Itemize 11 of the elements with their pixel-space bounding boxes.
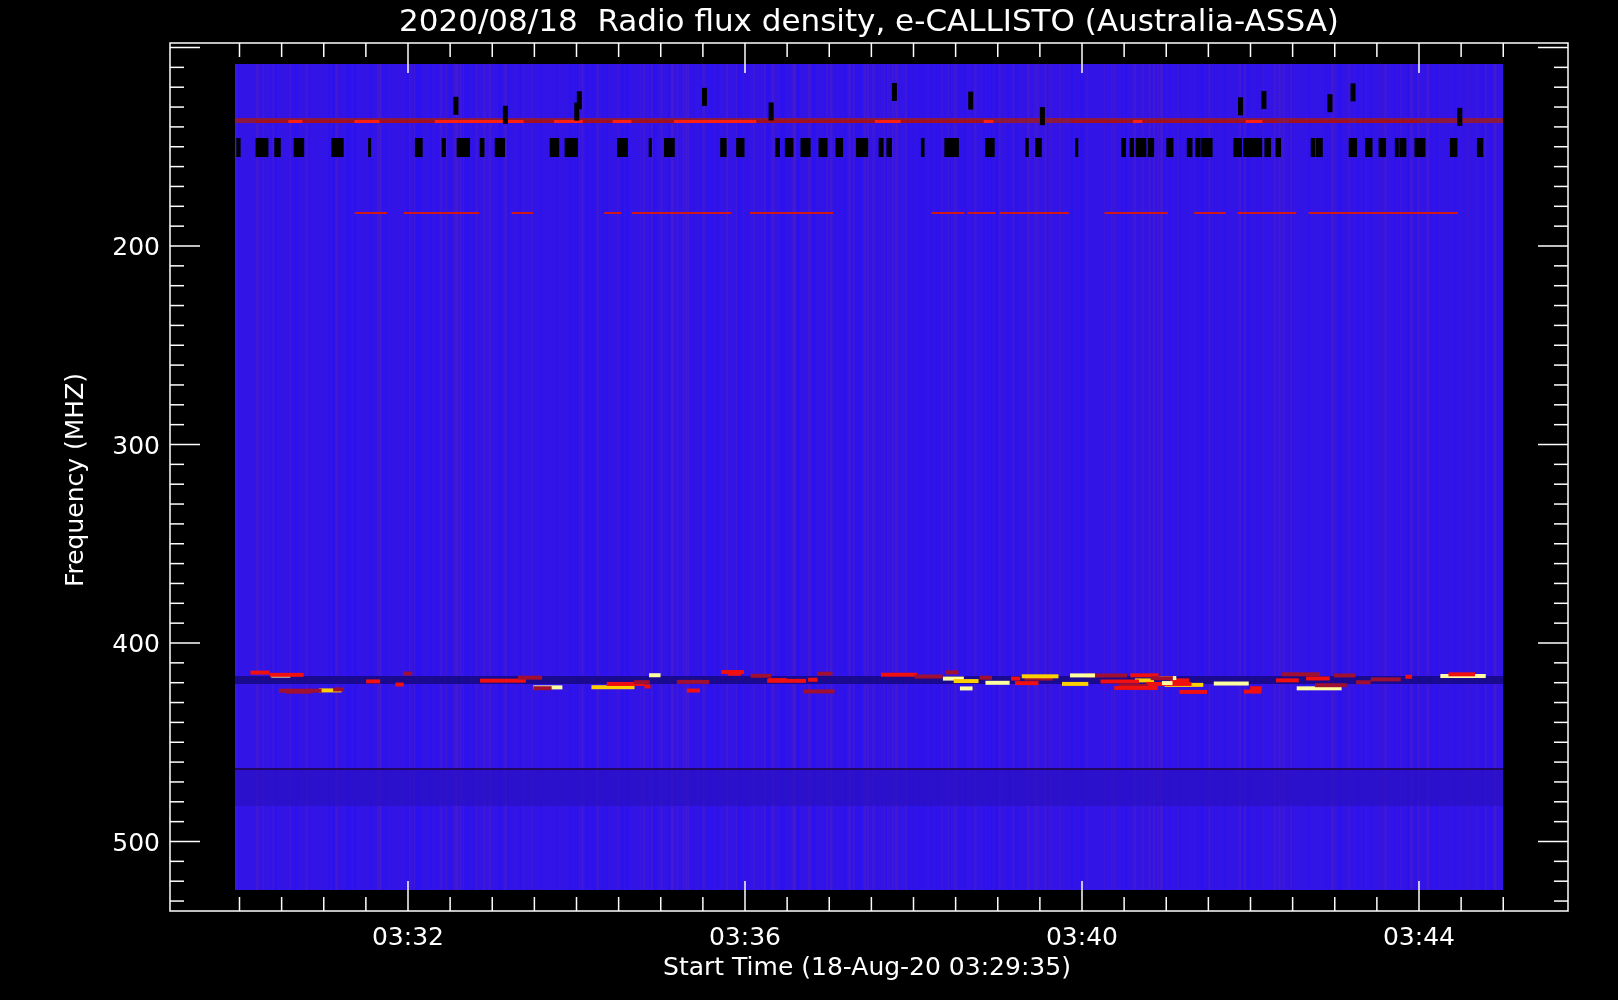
x-axis-label: Start Time (18-Aug-20 03:29:35) — [663, 952, 1071, 981]
y-tick-label: 400 — [112, 629, 160, 658]
y-axis-label: Frequency (MHZ) — [60, 372, 89, 588]
x-tick-label: 03:40 — [1046, 922, 1118, 951]
y-tick-label: 500 — [112, 827, 160, 857]
x-tick-label: 03:36 — [709, 922, 781, 951]
x-tick-label: 03:32 — [372, 922, 444, 951]
y-tick-label: 200 — [112, 232, 160, 261]
y-tick-label: 300 — [112, 430, 160, 460]
x-tick-label: 03:44 — [1383, 922, 1455, 951]
chart-title: 2020/08/18 Radio flux density, e-CALLISTO (Australia-ASSA) — [399, 2, 1339, 38]
